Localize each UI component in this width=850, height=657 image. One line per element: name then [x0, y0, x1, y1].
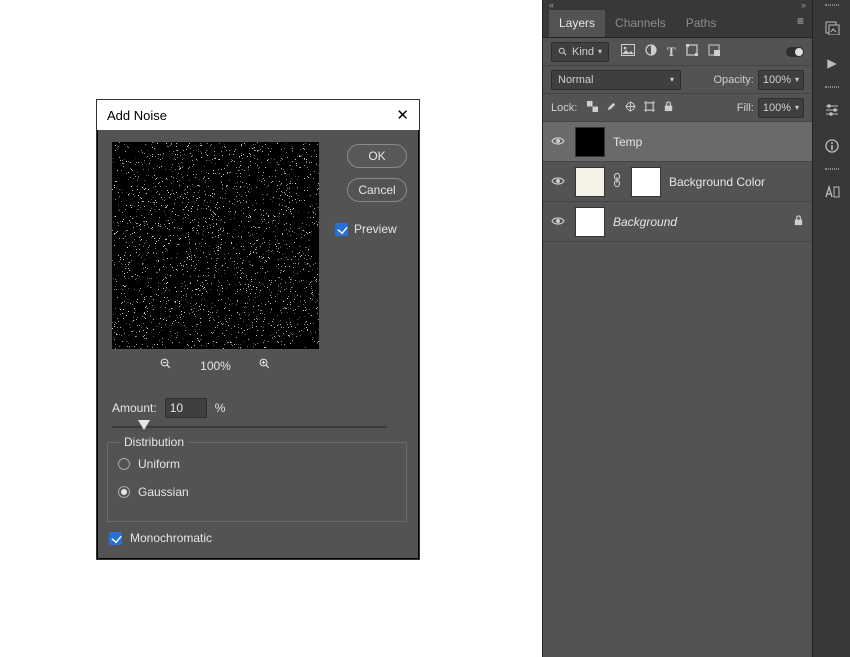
layer-name[interactable]: Background	[613, 215, 677, 229]
fill-value: 100%	[763, 102, 791, 114]
amount-slider[interactable]	[112, 422, 387, 436]
distribution-legend: Distribution	[120, 435, 188, 449]
noise-preview	[112, 142, 319, 349]
cancel-label: Cancel	[358, 183, 395, 197]
uniform-label: Uniform	[138, 457, 180, 471]
amount-label: Amount:	[112, 401, 157, 415]
fill-label: Fill:	[737, 102, 754, 114]
layer-thumbnail[interactable]	[575, 207, 605, 237]
cancel-button[interactable]: Cancel	[347, 178, 407, 202]
uniform-radio[interactable]	[118, 458, 130, 470]
ok-button[interactable]: OK	[347, 144, 407, 168]
monochromatic-label: Monochromatic	[130, 531, 212, 545]
visibility-icon[interactable]	[551, 215, 567, 229]
layer-kind-filter[interactable]: Kind ▾	[551, 42, 609, 62]
lock-transparency-icon[interactable]	[587, 101, 598, 115]
distribution-group: Distribution Uniform Gaussian	[107, 442, 407, 522]
kind-label: Kind	[572, 46, 594, 58]
filter-toggle[interactable]	[786, 47, 804, 57]
layer-thumbnail[interactable]	[575, 167, 605, 197]
opacity-label: Opacity:	[713, 74, 753, 86]
amount-input[interactable]	[165, 398, 207, 418]
chevron-down-icon: ▾	[795, 75, 799, 84]
blend-mode-label: Normal	[558, 74, 593, 86]
opacity-value: 100%	[763, 74, 791, 86]
gaussian-label: Gaussian	[138, 485, 189, 499]
type-filter-icon[interactable]: T	[667, 44, 676, 60]
tab-channels-label: Channels	[615, 16, 666, 30]
shape-filter-icon[interactable]	[686, 44, 698, 60]
collapsed-panel-strip	[812, 0, 850, 657]
visibility-icon[interactable]	[551, 135, 567, 149]
add-noise-dialog: Add Noise ✕ 100% OK Cancel Preview Amoun…	[96, 99, 420, 560]
layer-thumbnail[interactable]	[575, 127, 605, 157]
close-icon[interactable]: ✕	[396, 106, 409, 124]
fill-input[interactable]: 100% ▾	[758, 98, 804, 118]
character-panel-icon[interactable]	[813, 174, 850, 210]
zoom-out-icon[interactable]	[160, 358, 172, 373]
tab-layers-label: Layers	[559, 16, 595, 30]
actions-panel-icon[interactable]	[813, 46, 850, 82]
layer-name[interactable]: Temp	[613, 135, 642, 149]
layer-row[interactable]: Background	[543, 202, 812, 242]
amount-suffix: %	[215, 401, 226, 415]
lock-pixels-icon[interactable]	[606, 101, 617, 115]
tab-paths[interactable]: Paths	[676, 10, 727, 37]
grip-icon[interactable]	[813, 0, 850, 10]
history-panel-icon[interactable]	[813, 10, 850, 46]
gaussian-radio[interactable]	[118, 486, 130, 498]
layer-name[interactable]: Background Color	[669, 175, 765, 189]
zoom-value: 100%	[200, 359, 231, 373]
lock-icon	[793, 215, 804, 229]
preview-checkbox[interactable]	[335, 223, 348, 236]
monochromatic-checkbox[interactable]	[109, 532, 122, 545]
mask-thumbnail[interactable]	[631, 167, 661, 197]
smart-filter-icon[interactable]	[708, 44, 720, 60]
grip-icon[interactable]	[813, 82, 850, 92]
zoom-in-icon[interactable]	[259, 358, 271, 373]
adjustments-panel-icon[interactable]	[813, 92, 850, 128]
layers-panel: « » Layers Channels Paths ≡ Kind ▾ T	[542, 0, 812, 657]
visibility-icon[interactable]	[551, 175, 567, 189]
tab-layers[interactable]: Layers	[549, 10, 605, 37]
lock-label: Lock:	[551, 102, 577, 114]
collapse-right-icon[interactable]: »	[801, 0, 806, 10]
pixel-filter-icon[interactable]	[621, 44, 635, 60]
slider-thumb-icon[interactable]	[138, 420, 150, 430]
tab-paths-label: Paths	[686, 16, 717, 30]
lock-all-icon[interactable]	[663, 101, 674, 115]
info-panel-icon[interactable]	[813, 128, 850, 164]
collapse-left-icon[interactable]: «	[549, 0, 554, 10]
preview-label: Preview	[354, 222, 397, 236]
ok-label: OK	[368, 149, 385, 163]
chevron-down-icon: ▾	[795, 103, 799, 112]
panel-top-strip: « »	[543, 0, 812, 10]
blend-mode-select[interactable]: Normal ▾	[551, 70, 681, 90]
panel-menu-icon[interactable]: ≡	[789, 10, 812, 37]
opacity-input[interactable]: 100% ▾	[758, 70, 804, 90]
lock-artboard-icon[interactable]	[644, 101, 655, 115]
chevron-down-icon: ▾	[670, 75, 674, 84]
dialog-titlebar[interactable]: Add Noise ✕	[97, 100, 419, 130]
link-icon[interactable]	[613, 173, 623, 190]
dialog-title: Add Noise	[107, 108, 167, 123]
tab-channels[interactable]: Channels	[605, 10, 676, 37]
adjustment-filter-icon[interactable]	[645, 44, 657, 60]
chevron-down-icon: ▾	[598, 47, 602, 56]
layer-row[interactable]: Background Color	[543, 162, 812, 202]
search-icon	[558, 47, 568, 57]
grip-icon[interactable]	[813, 164, 850, 174]
layer-row[interactable]: Temp	[543, 122, 812, 162]
lock-position-icon[interactable]	[625, 101, 636, 115]
